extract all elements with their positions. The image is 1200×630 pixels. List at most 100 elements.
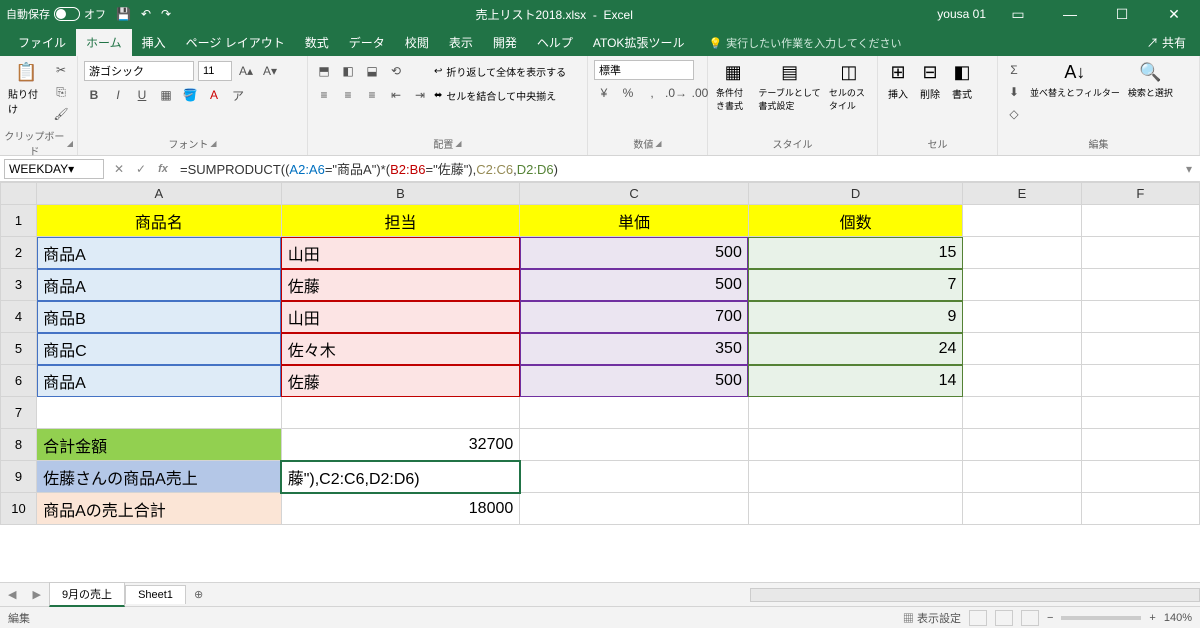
cell[interactable]: 商品C	[37, 333, 282, 365]
cell[interactable]	[963, 397, 1081, 429]
col-header-C[interactable]: C	[520, 183, 749, 205]
sort-filter-button[interactable]: A↓並べ替えとフィルター	[1026, 58, 1124, 101]
cell[interactable]: 350	[520, 333, 749, 365]
cell[interactable]	[520, 493, 749, 525]
cell[interactable]	[1081, 397, 1199, 429]
enter-formula-icon[interactable]: ✓	[130, 162, 152, 176]
worksheet-grid[interactable]: A B C D E F 1 商品名 担当 単価 個数 2 商品A 山田 500 …	[0, 182, 1200, 582]
format-cells-button[interactable]: ◧書式	[946, 58, 978, 103]
share-button[interactable]: ↗ 共有	[1133, 29, 1200, 56]
cell[interactable]	[281, 397, 520, 429]
cell[interactable]	[520, 397, 749, 429]
cell[interactable]: 18000	[281, 493, 520, 525]
align-center-icon[interactable]: ≡	[338, 85, 358, 105]
cell[interactable]: 商品A	[37, 237, 282, 269]
close-button[interactable]: ✕	[1154, 6, 1194, 23]
zoom-out-button[interactable]: −	[1047, 612, 1053, 624]
cell[interactable]: 700	[520, 301, 749, 333]
tell-me-search[interactable]: 💡 実行したい作業を入力してください	[708, 35, 901, 56]
username[interactable]: yousa 01	[937, 7, 986, 21]
cell[interactable]	[748, 493, 963, 525]
maximize-button[interactable]: ☐	[1102, 6, 1142, 23]
cell[interactable]: 9	[748, 301, 963, 333]
merge-center-button[interactable]: ⬌ セルを結合して中央揃え	[434, 84, 566, 106]
tab-home[interactable]: ホーム	[76, 29, 132, 56]
col-header-F[interactable]: F	[1081, 183, 1199, 205]
cell[interactable]: 山田	[281, 237, 520, 269]
cell[interactable]	[1081, 301, 1199, 333]
minimize-button[interactable]: —	[1050, 6, 1090, 22]
cell[interactable]	[520, 429, 749, 461]
horizontal-scrollbar[interactable]	[750, 588, 1200, 602]
select-all-corner[interactable]	[1, 183, 37, 205]
delete-cells-button[interactable]: ⊟削除	[914, 58, 946, 103]
cell[interactable]: 15	[748, 237, 963, 269]
expand-formula-icon[interactable]: ▾	[1178, 162, 1200, 176]
ribbon-options-icon[interactable]: ▭	[998, 6, 1038, 23]
cell[interactable]: 商品名	[37, 205, 282, 237]
cell[interactable]	[37, 397, 282, 429]
italic-button[interactable]: I	[108, 85, 128, 105]
cell[interactable]	[748, 397, 963, 429]
align-right-icon[interactable]: ≡	[362, 85, 382, 105]
col-header-E[interactable]: E	[963, 183, 1081, 205]
row-header[interactable]: 8	[1, 429, 37, 461]
align-bottom-icon[interactable]: ⬓	[362, 61, 382, 81]
cell[interactable]: 合計金額	[37, 429, 282, 461]
font-size-select[interactable]: 11	[198, 61, 232, 81]
tab-developer[interactable]: 開発	[483, 29, 527, 56]
cell[interactable]: 商品A	[37, 269, 282, 301]
cell[interactable]	[963, 301, 1081, 333]
number-format-select[interactable]: 標準	[594, 60, 694, 80]
formula-input[interactable]: =SUMPRODUCT((A2:A6="商品A")*(B2:B6="佐藤"),C…	[174, 159, 1178, 178]
dialog-launcher-icon[interactable]: ◢	[67, 139, 73, 148]
row-header[interactable]: 2	[1, 237, 37, 269]
cell[interactable]	[1081, 269, 1199, 301]
border-button[interactable]: ▦	[156, 85, 176, 105]
undo-icon[interactable]: ↶	[141, 7, 151, 21]
cancel-formula-icon[interactable]: ✕	[108, 162, 130, 176]
cell[interactable]	[1081, 365, 1199, 397]
cell[interactable]: 佐藤さんの商品A売上	[37, 461, 282, 493]
insert-function-icon[interactable]: fx	[152, 163, 174, 175]
cell[interactable]: 32700	[281, 429, 520, 461]
wrap-text-button[interactable]: ↩ 折り返して全体を表示する	[434, 60, 566, 82]
font-color-button[interactable]: A	[204, 85, 224, 105]
active-cell[interactable]: 藤"),C2:C6,D2:D6)	[281, 461, 520, 493]
dialog-launcher-icon[interactable]: ◢	[655, 139, 661, 148]
row-header[interactable]: 9	[1, 461, 37, 493]
tab-data[interactable]: データ	[339, 29, 395, 56]
cell[interactable]	[748, 461, 963, 493]
bold-button[interactable]: B	[84, 85, 104, 105]
cell[interactable]	[963, 365, 1081, 397]
currency-icon[interactable]: ¥	[594, 83, 614, 103]
autosave-toggle[interactable]: 自動保存 オフ	[6, 6, 106, 22]
cell[interactable]	[963, 269, 1081, 301]
sheet-tab[interactable]: 9月の売上	[49, 582, 125, 607]
name-box[interactable]: WEEKDAY ▾	[4, 159, 104, 179]
row-header[interactable]: 1	[1, 205, 37, 237]
row-header[interactable]: 7	[1, 397, 37, 429]
tab-insert[interactable]: 挿入	[132, 29, 176, 56]
paste-button[interactable]: 📋 貼り付け	[4, 58, 49, 118]
comma-icon[interactable]: ,	[642, 83, 662, 103]
sheet-nav-prev-icon[interactable]: ◀	[0, 588, 24, 601]
percent-icon[interactable]: %	[618, 83, 638, 103]
cell[interactable]	[963, 429, 1081, 461]
cell-styles-button[interactable]: ◫セルのスタイル	[825, 58, 873, 114]
tab-formulas[interactable]: 数式	[295, 29, 339, 56]
cell[interactable]: 14	[748, 365, 963, 397]
cell[interactable]	[1081, 205, 1199, 237]
col-header-A[interactable]: A	[37, 183, 282, 205]
cell[interactable]	[963, 205, 1081, 237]
fill-color-button[interactable]: 🪣	[180, 85, 200, 105]
copy-icon[interactable]: ⎘	[51, 82, 71, 102]
fill-icon[interactable]: ⬇	[1004, 82, 1024, 102]
cell[interactable]	[1081, 461, 1199, 493]
clear-icon[interactable]: ◇	[1004, 104, 1024, 124]
format-painter-icon[interactable]: 🖌	[51, 104, 71, 124]
cell[interactable]: 佐々木	[281, 333, 520, 365]
tab-pagelayout[interactable]: ページ レイアウト	[176, 29, 295, 56]
decrease-decimal-icon[interactable]: .00	[690, 83, 710, 103]
orientation-icon[interactable]: ⟲	[386, 61, 406, 81]
